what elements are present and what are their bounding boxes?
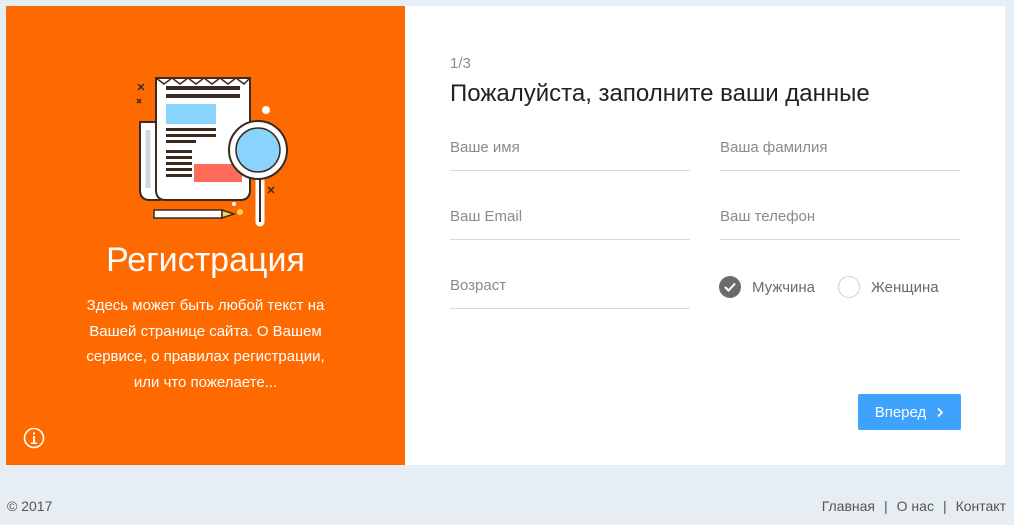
- first-name-input[interactable]: [450, 135, 690, 171]
- footer-separator: |: [884, 498, 888, 514]
- next-button[interactable]: Вперед: [858, 394, 961, 430]
- age-input[interactable]: [450, 273, 690, 309]
- footer-link-home[interactable]: Главная: [822, 498, 875, 514]
- gender-option-male[interactable]: Мужчина: [719, 276, 815, 298]
- newspaper-magnifier-icon: [136, 77, 288, 227]
- footer-link-contact[interactable]: Контакт: [956, 498, 1006, 514]
- last-name-input[interactable]: [720, 135, 960, 171]
- form-title: Пожалуйста, заполните ваши данные: [450, 80, 870, 107]
- footer-copyright: © 2017: [7, 498, 53, 514]
- footer-links: Главная | О нас | Контакт: [822, 498, 1006, 514]
- radio-checked-icon[interactable]: [719, 276, 741, 298]
- radio-unchecked-icon[interactable]: [838, 276, 860, 298]
- registration-card: Регистрация Здесь может быть любой текст…: [6, 6, 1005, 465]
- registration-title: Регистрация: [106, 241, 305, 279]
- gender-male-label: Мужчина: [752, 278, 816, 296]
- email-input[interactable]: [450, 204, 690, 240]
- checkmark-icon: [724, 282, 736, 292]
- footer-link-about[interactable]: О нас: [897, 498, 934, 514]
- registration-info-panel: Регистрация Здесь может быть любой текст…: [6, 6, 405, 465]
- gender-option-female[interactable]: Женщина: [838, 276, 939, 298]
- phone-input[interactable]: [720, 204, 960, 240]
- footer-separator: |: [942, 498, 947, 514]
- gender-female-label: Женщина: [871, 278, 939, 296]
- chevron-right-icon: [937, 407, 944, 417]
- registration-description: Здесь может быть любой текст на Вашей ст…: [86, 297, 325, 391]
- step-indicator: 1/3: [450, 55, 471, 72]
- next-button-label: Вперед: [874, 403, 927, 421]
- registration-form-panel: 1/3 Пожалуйста, заполните ваши данные Му…: [405, 6, 1005, 465]
- info-icon[interactable]: [23, 427, 45, 449]
